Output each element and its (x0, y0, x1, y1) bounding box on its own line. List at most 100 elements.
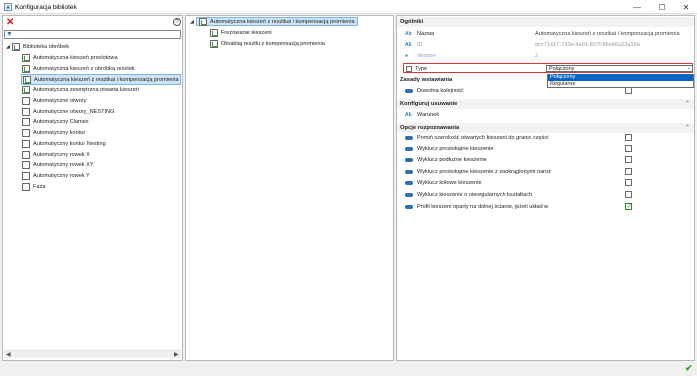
recognition-option[interactable]: Wyklucz prostokątne kieszenie z zaokrągl… (405, 167, 690, 176)
chevron-down-icon[interactable]: ⌄ (687, 65, 691, 71)
operation-root[interactable]: ◢ Automatyczna kieszeń z resztkai i komp… (190, 17, 358, 26)
tree-item[interactable]: Automatyczny Clamex (21, 117, 181, 128)
property-type[interactable]: Type Połączony ⌄ (403, 63, 693, 73)
option-checkbox[interactable] (625, 145, 632, 152)
any-order-checkbox[interactable] (625, 87, 632, 94)
filter-icon: ▼ (6, 31, 13, 38)
delete-icon[interactable]: ✕ (6, 17, 14, 28)
tree-item-label: Automatyczny Clamex (33, 119, 89, 126)
section-insertion-rules[interactable]: Zasady wstawiania (397, 75, 543, 85)
property-label: Wyklucz prostokątne kieszenie (417, 145, 494, 152)
section-title: Ogólniki (400, 19, 424, 25)
type-select[interactable]: Połączony ⌄ (546, 65, 693, 72)
option-checkbox[interactable] (625, 191, 632, 198)
property-label: Profil kieszeni oparty na dolnej ścianie… (417, 203, 549, 210)
section-title: Zasady wstawiania (400, 77, 453, 83)
property-value: Automatyczna kieszeń z resztkai i kompen… (535, 30, 680, 37)
milling-icon (210, 29, 218, 37)
tree-item-label: Fazа (33, 183, 46, 190)
boolean-property-icon (405, 169, 413, 174)
property-label: Warunek (417, 111, 440, 118)
tree-item-label: Automatyczne otwory (33, 98, 87, 105)
tree-item[interactable]: Fazа (21, 181, 181, 192)
section-configure-removal[interactable]: Konfiguruj usuwanie ⌃ (397, 99, 694, 109)
section-general[interactable]: Ogólniki (397, 17, 694, 27)
operation-child-label: Obrabiaj resztki z kompensacją promienia (221, 41, 325, 47)
option-checkbox[interactable] (625, 156, 632, 163)
recognition-option[interactable]: Wyklucz kołowe kieszenie (405, 178, 690, 187)
operation-icon (22, 54, 30, 63)
tree-item[interactable]: Automatyczne otwory (21, 96, 181, 107)
recognition-option[interactable]: Wyklucz podłużne kieszenie (405, 155, 690, 164)
ok-check-icon[interactable]: ✔ (685, 364, 693, 373)
property-any-order[interactable]: Dowolna kolejność (405, 86, 690, 95)
maximize-button[interactable]: ☐ (651, 0, 673, 14)
option-checkbox-checked[interactable] (625, 202, 632, 210)
tree-item-label: Automatyczny rowek Y (33, 172, 90, 179)
property-label: Version (417, 52, 436, 59)
tree-item-label: Automatyczny rowek X (33, 151, 90, 158)
property-label: Nazwa (417, 30, 435, 37)
close-button[interactable]: ✕ (675, 0, 697, 14)
boolean-property-icon (405, 157, 413, 162)
collapse-section-icon[interactable]: ⌃ (685, 124, 690, 131)
operation-child[interactable]: Obrabiaj resztki z kompensacją promienia (210, 39, 325, 49)
scroll-right-icon[interactable]: ▶ (174, 351, 179, 359)
tree-item-label: Automatyczny kontur (33, 130, 86, 137)
tree-item[interactable]: Automatyczny rowek Y (21, 171, 181, 182)
operation-icon (23, 75, 31, 84)
tree-item-label: Automatyczna kieszeń z obróbką resztek (33, 66, 135, 73)
library-root-label: Biblioteka obróbek (23, 43, 70, 50)
section-title: Konfiguruj usuwanie (400, 101, 458, 107)
tree-item[interactable]: Automatyczny kontur Nesting (21, 139, 181, 150)
filter-input[interactable]: ▼ (4, 30, 181, 39)
tree-item[interactable]: Automatyczna zewnętrzna otwarta kieszeń (21, 85, 181, 96)
option-checkbox[interactable] (625, 134, 632, 141)
boolean-property-icon (405, 88, 413, 93)
library-root[interactable]: ◢ Biblioteka obróbek (6, 42, 69, 51)
text-property-icon: Ab (405, 41, 412, 48)
help-icon[interactable]: ? (173, 18, 181, 26)
operation-root-label: Automatyczna kieszeń z resztkai i kompen… (210, 18, 355, 25)
minimize-button[interactable]: — (626, 0, 648, 14)
boolean-property-icon (405, 192, 413, 197)
property-id: Ab ID dcc71417-733e-4a01-837f-86eb6a23a1… (405, 40, 690, 49)
operation-icon (22, 86, 30, 95)
recognition-option[interactable]: Wyklucz kieszenie o nieregularnych kszta… (405, 190, 690, 199)
horizontal-scrollbar[interactable]: ◀ ▶ (4, 350, 181, 358)
recognition-option[interactable]: Wyklucz prostokątne kieszenie (405, 144, 690, 153)
library-tree: Automatyczna kieszeń przelotowa Automaty… (21, 53, 181, 192)
option-checkbox[interactable] (625, 168, 632, 175)
operation-child[interactable]: Frezowanie kieszeni (210, 28, 272, 38)
property-version: ● Version 2 (405, 51, 690, 60)
section-recognition-options[interactable]: Opcje rozpoznawania ⌃ (397, 123, 694, 133)
scroll-left-icon[interactable]: ◀ (6, 351, 11, 359)
window-title: Konfiguracja bibliotek (15, 3, 77, 11)
recognition-option[interactable]: Pomiń szerokość otwartych kieszeni do gr… (405, 133, 690, 142)
tree-item[interactable]: Automatyczna kieszeń z obróbką resztek (21, 64, 181, 75)
tree-item[interactable]: Automatyczny rowek XY (21, 160, 181, 171)
collapse-section-icon[interactable]: ⌃ (685, 100, 690, 107)
property-label: ID (417, 41, 423, 48)
library-icon (12, 42, 20, 51)
property-condition[interactable]: Ab Warunek (405, 110, 690, 119)
property-name[interactable]: Ab Nazwa Automatyczna kieszeń z resztkai… (405, 29, 690, 38)
milling-icon (210, 40, 218, 48)
tree-item[interactable]: Automatyczny kontur (21, 128, 181, 139)
tree-item-label: Automatyczny rowek XY (33, 162, 94, 169)
title-bar: Konfiguracja bibliotek — ☐ ✕ (0, 0, 697, 14)
option-checkbox[interactable] (625, 179, 632, 186)
boolean-property-icon (405, 146, 413, 151)
operation-child-label: Frezowanie kieszeni (221, 30, 272, 36)
tree-item[interactable]: Automatyczne otwory_NESTING (21, 106, 181, 117)
operation-icon (22, 161, 30, 170)
type-select-value: Połączony (549, 66, 575, 72)
operation-root-selected[interactable]: Automatyczna kieszeń z resztkai i kompen… (196, 17, 358, 26)
tree-item-selected[interactable]: Automatyczna kieszeń z resztkai i kompen… (21, 74, 181, 86)
tree-item[interactable]: Automatyczny rowek X (21, 149, 181, 160)
operation-icon (22, 97, 30, 106)
boolean-property-icon (405, 135, 413, 140)
recognition-option[interactable]: Profil kieszeni oparty na dolnej ścianie… (405, 202, 690, 211)
tree-item[interactable]: Automatyczna kieszeń przelotowa (21, 53, 181, 64)
operation-icon (22, 107, 30, 116)
